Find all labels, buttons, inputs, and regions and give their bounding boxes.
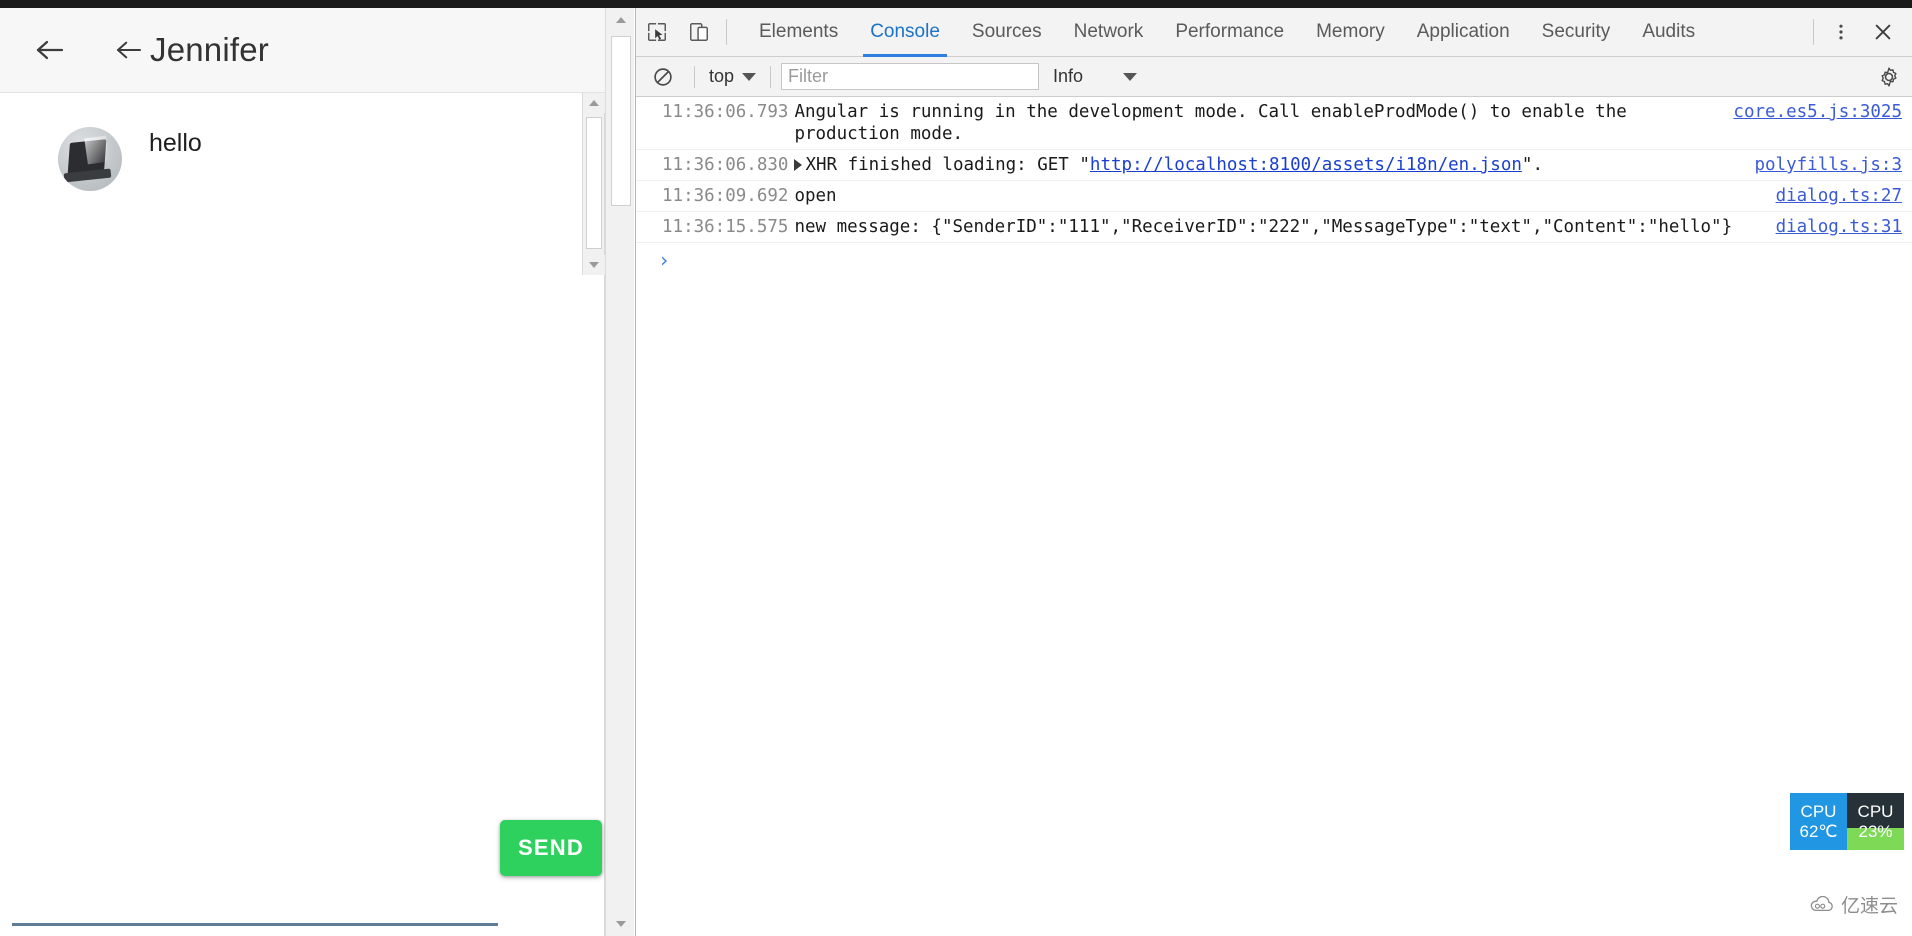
devtools-tabbar: Elements Console Sources Network Perform… — [636, 8, 1912, 57]
cpu-temperature-label: CPU — [1801, 802, 1837, 821]
clear-console-button[interactable] — [642, 56, 684, 98]
tab-memory[interactable]: Memory — [1300, 8, 1401, 57]
log-message: new message: {"SenderID":"111","Receiver… — [788, 216, 1761, 238]
log-message: XHR finished loading: GET "http://localh… — [788, 154, 1740, 176]
app-pane-scrollbar[interactable] — [605, 8, 634, 936]
message-item: hello — [0, 93, 604, 191]
filterbar-divider — [770, 66, 771, 88]
chevron-up-icon — [616, 17, 626, 23]
message-input[interactable] — [12, 880, 498, 926]
console-log-area: 11:36:06.793 Angular is running in the d… — [636, 97, 1912, 936]
log-timestamp: 11:36:15.575 — [662, 216, 788, 238]
scroll-down-button[interactable] — [583, 255, 605, 275]
message-list: hello — [0, 93, 605, 883]
avatar-shape-gloss — [84, 136, 109, 165]
chat-header: Jennifer — [0, 8, 634, 93]
tab-security[interactable]: Security — [1526, 8, 1627, 57]
log-message: Angular is running in the development mo… — [788, 101, 1719, 145]
log-message-prefix: XHR finished loading: GET " — [805, 155, 1089, 175]
devtools-toolbar-right — [1807, 11, 1912, 53]
tab-console[interactable]: Console — [854, 8, 956, 57]
scrollbar-thumb[interactable] — [611, 36, 631, 206]
console-filter-bar: top Info — [636, 57, 1912, 97]
expand-triangle-icon[interactable] — [794, 159, 802, 171]
log-source-link[interactable]: dialog.ts:27 — [1762, 185, 1902, 207]
console-filter-input[interactable] — [781, 63, 1039, 90]
scroll-up-button[interactable] — [583, 93, 605, 113]
console-prompt[interactable]: › — [636, 243, 1912, 277]
chat-title-group: Jennifer — [112, 31, 269, 69]
close-devtools-button[interactable] — [1862, 11, 1904, 53]
clear-console-icon — [652, 66, 674, 88]
devtools-tab-list: Elements Console Sources Network Perform… — [743, 8, 1711, 57]
cloud-logo-icon — [1809, 896, 1835, 914]
more-options-button[interactable] — [1820, 11, 1862, 53]
cpu-monitor-widget: CPU 62℃ CPU 23% — [1790, 793, 1904, 850]
log-message: open — [788, 185, 1761, 207]
filterbar-divider — [694, 66, 695, 88]
scroll-down-button[interactable] — [606, 912, 634, 936]
arrow-left-icon — [115, 39, 143, 61]
execution-context-selector[interactable]: top — [705, 66, 760, 87]
avatar — [58, 127, 122, 191]
scrollbar-thumb[interactable] — [586, 117, 602, 249]
log-message-suffix: ". — [1522, 155, 1543, 175]
log-source-link[interactable]: polyfills.js:3 — [1740, 154, 1902, 176]
console-log-row[interactable]: 11:36:15.575 new message: {"SenderID":"1… — [636, 212, 1912, 243]
chevron-down-icon — [1123, 73, 1137, 81]
browser-back-button[interactable] — [28, 28, 72, 72]
inspect-element-icon — [646, 21, 668, 43]
watermark: 亿速云 — [1809, 891, 1898, 918]
log-timestamp: 11:36:06.793 — [662, 101, 788, 123]
cpu-temperature-tile: CPU 62℃ — [1790, 793, 1847, 850]
cpu-usage-value: 23% — [1858, 822, 1892, 841]
more-vertical-icon — [1831, 22, 1851, 42]
console-log-row[interactable]: 11:36:06.793 Angular is running in the d… — [636, 97, 1912, 150]
inspect-element-button[interactable] — [636, 11, 678, 53]
toolbar-divider — [726, 19, 727, 45]
screen-root: Jennifer hello — [0, 0, 1912, 936]
scroll-up-button[interactable] — [606, 8, 634, 32]
prompt-caret-icon: › — [658, 248, 670, 272]
log-timestamp: 11:36:06.830 — [662, 154, 788, 176]
arrow-left-icon — [35, 38, 65, 62]
tab-audits[interactable]: Audits — [1626, 8, 1711, 57]
message-composer: SEND — [0, 798, 605, 936]
cpu-usage-tile: CPU 23% — [1847, 793, 1904, 850]
chevron-down-icon — [589, 262, 599, 268]
log-source-link[interactable]: dialog.ts:31 — [1762, 216, 1902, 238]
page-title: Jennifer — [150, 31, 269, 69]
message-list-scrollbar[interactable] — [582, 93, 604, 275]
watermark-text: 亿速云 — [1841, 891, 1898, 918]
chevron-down-icon — [616, 921, 626, 927]
device-toolbar-icon — [688, 21, 710, 43]
chat-app-pane: Jennifer hello — [0, 8, 634, 936]
chat-back-button[interactable] — [112, 33, 146, 67]
log-message-url[interactable]: http://localhost:8100/assets/i18n/en.jso… — [1090, 155, 1522, 175]
devtools-panel: Elements Console Sources Network Perform… — [635, 8, 1912, 936]
tab-network[interactable]: Network — [1058, 8, 1160, 57]
log-source-link[interactable]: core.es5.js:3025 — [1719, 101, 1902, 123]
console-settings-button[interactable] — [1872, 60, 1906, 94]
tab-sources[interactable]: Sources — [956, 8, 1058, 57]
message-text: hello — [149, 127, 202, 158]
chevron-up-icon — [589, 100, 599, 106]
tab-performance[interactable]: Performance — [1159, 8, 1300, 57]
tab-elements[interactable]: Elements — [743, 8, 854, 57]
cpu-usage-label: CPU — [1858, 802, 1894, 821]
console-log-row[interactable]: 11:36:09.692 open dialog.ts:27 — [636, 181, 1912, 212]
console-log-row[interactable]: 11:36:06.830 XHR finished loading: GET "… — [636, 150, 1912, 181]
send-button[interactable]: SEND — [500, 820, 602, 876]
tab-application[interactable]: Application — [1401, 8, 1526, 57]
gear-icon — [1878, 66, 1900, 88]
log-level-label: Info — [1053, 66, 1083, 87]
log-level-selector[interactable]: Info — [1053, 66, 1137, 87]
execution-context-label: top — [709, 66, 734, 87]
toolbar-divider — [1813, 19, 1814, 45]
chevron-down-icon — [742, 73, 756, 81]
cpu-temperature-value: 62℃ — [1799, 822, 1837, 841]
log-timestamp: 11:36:09.692 — [662, 185, 788, 207]
close-icon — [1872, 21, 1894, 43]
device-toolbar-button[interactable] — [678, 11, 720, 53]
